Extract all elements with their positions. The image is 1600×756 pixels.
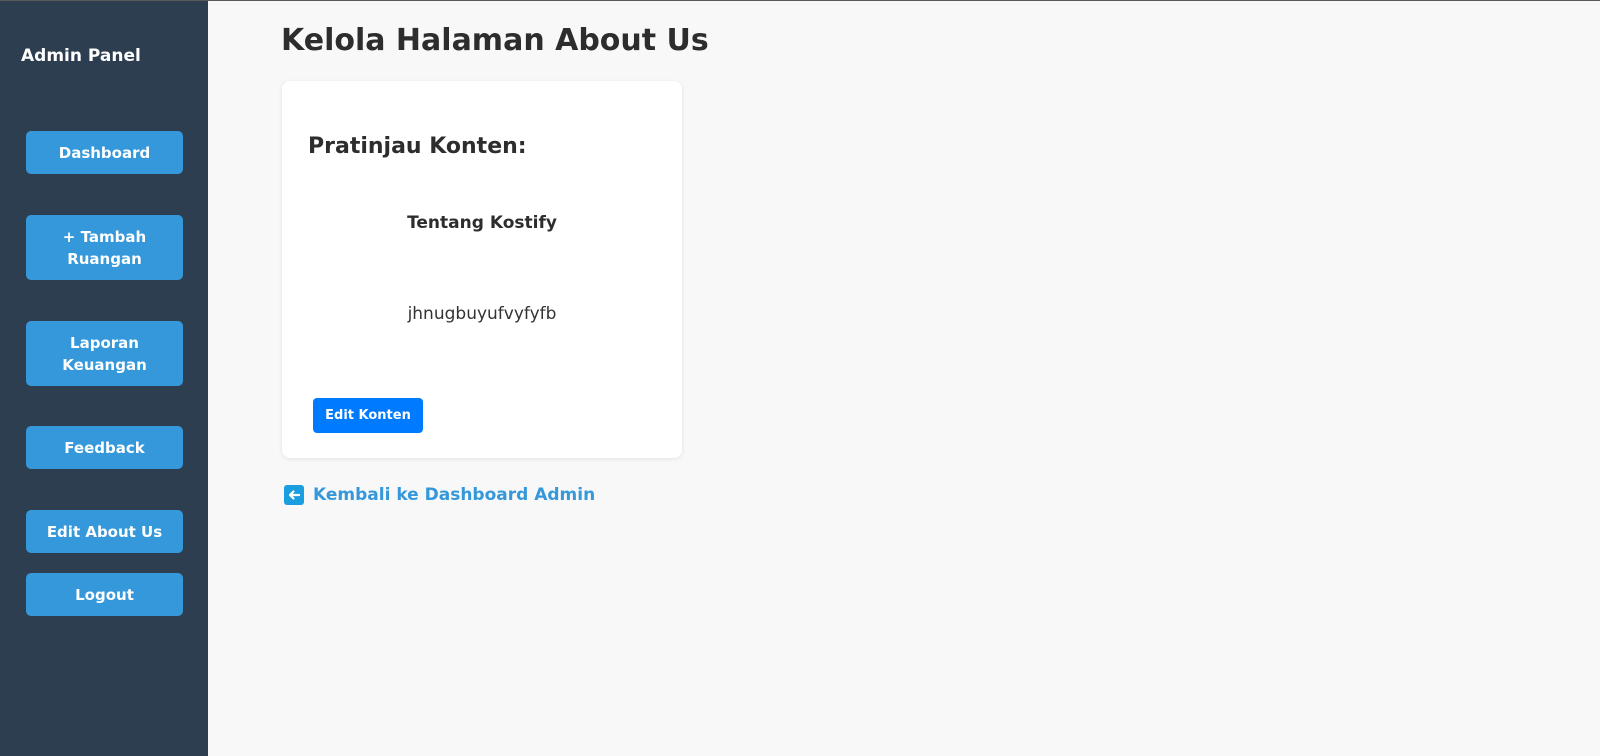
nav-feedback-button[interactable]: Feedback xyxy=(26,426,183,469)
main-content: Kelola Halaman About Us Pratinjau Konten… xyxy=(208,1,1600,756)
nav-financial-report-button[interactable]: Laporan Keuangan xyxy=(26,321,183,386)
back-link-label: Kembali ke Dashboard Admin xyxy=(313,485,596,505)
card-heading: Pratinjau Konten: xyxy=(308,134,527,159)
nav-dashboard-button[interactable]: Dashboard xyxy=(26,131,183,174)
arrow-left-icon xyxy=(284,485,304,505)
back-to-dashboard-link[interactable]: Kembali ke Dashboard Admin xyxy=(284,485,595,505)
nav-edit-about-us-button[interactable]: Edit About Us xyxy=(26,510,183,553)
preview-body: jhnugbuyufvyfyfb xyxy=(407,304,557,324)
page-title: Kelola Halaman About Us xyxy=(281,23,709,58)
nav-add-room-button[interactable]: + Tambah Ruangan xyxy=(26,215,183,280)
sidebar: Admin Panel Dashboard + Tambah Ruangan L… xyxy=(0,1,208,756)
edit-content-button[interactable]: Edit Konten xyxy=(313,398,423,433)
content-preview-card: Pratinjau Konten: Tentang Kostify jhnugb… xyxy=(282,81,682,458)
sidebar-title: Admin Panel xyxy=(21,46,141,66)
preview-title: Tentang Kostify xyxy=(407,213,557,233)
nav-logout-button[interactable]: Logout xyxy=(26,573,183,616)
